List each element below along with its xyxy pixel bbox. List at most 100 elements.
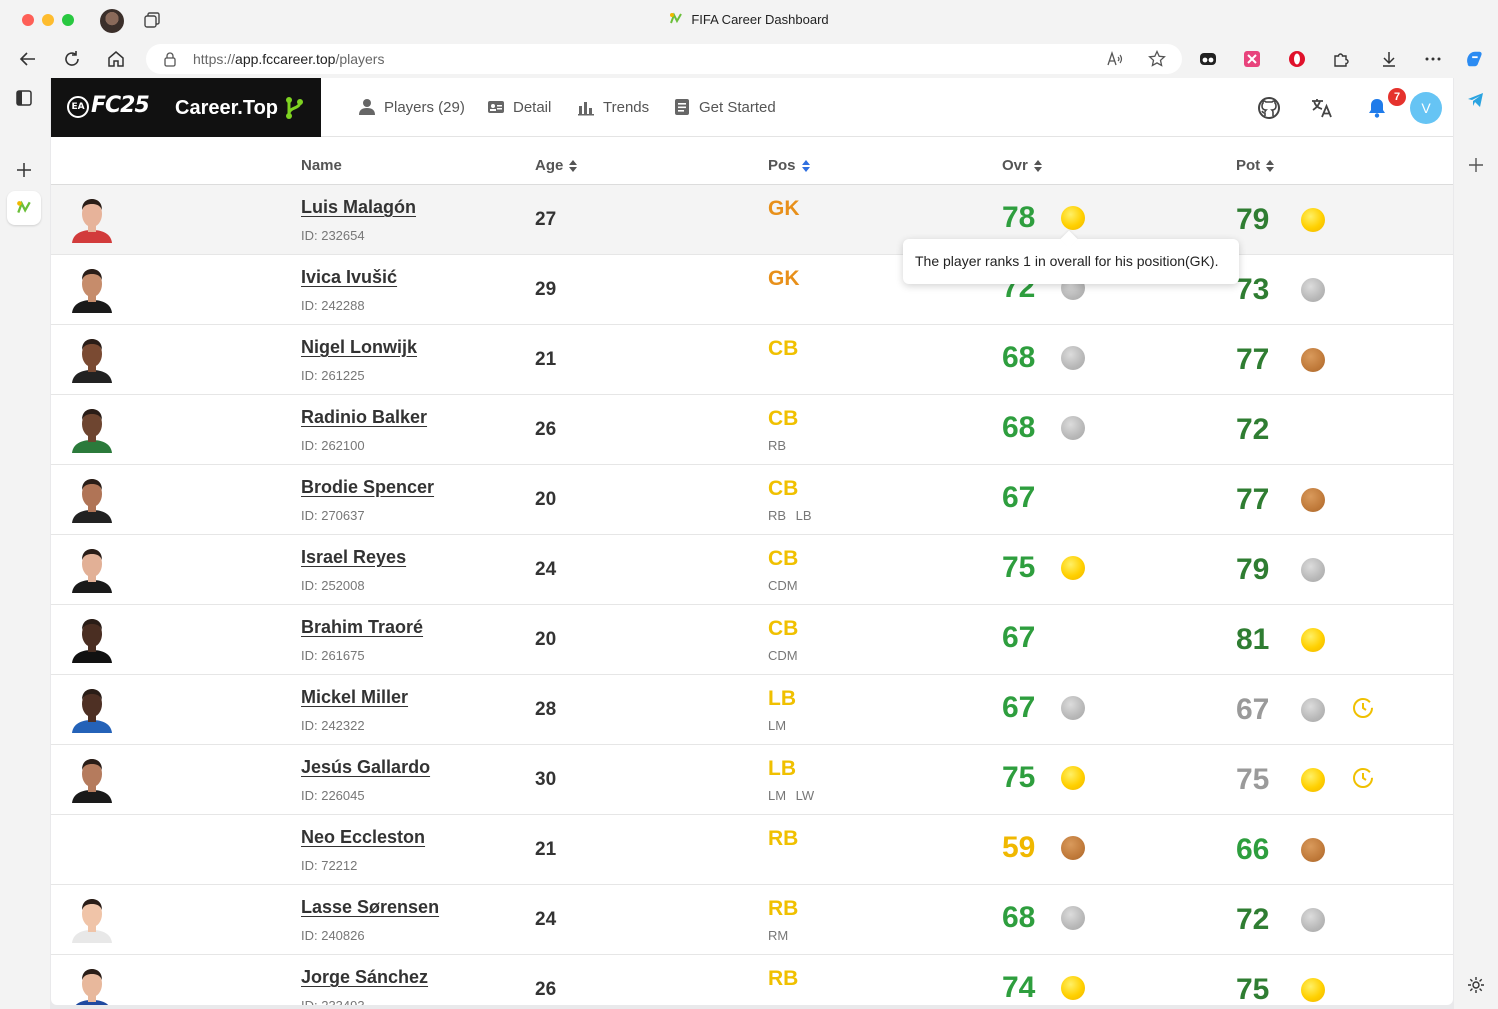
player-age: 21 xyxy=(535,839,557,860)
column-header-pos[interactable]: Pos xyxy=(768,157,811,174)
silver-medal-icon[interactable] xyxy=(1061,696,1085,720)
ea-badge: EA xyxy=(67,96,89,118)
star-icon[interactable] xyxy=(1148,50,1166,68)
player-name-link[interactable]: Lasse Sørensen xyxy=(301,897,439,918)
address-bar[interactable]: https://app.fccareer.top/players xyxy=(146,44,1182,74)
table-row[interactable]: Mickel Miller ID: 242322 28 LB LM 67 67 xyxy=(51,675,1453,745)
sidebar-toggle-icon[interactable] xyxy=(14,88,34,108)
gold-medal-icon[interactable] xyxy=(1301,628,1325,652)
opera-icon[interactable] xyxy=(1287,49,1307,69)
player-overall: 68 xyxy=(1002,901,1036,934)
home-icon[interactable] xyxy=(105,48,127,70)
gold-medal-icon[interactable] xyxy=(1301,768,1325,792)
telegram-icon[interactable] xyxy=(1466,90,1486,110)
gold-medal-icon[interactable] xyxy=(1061,766,1085,790)
gold-medal-icon[interactable] xyxy=(1061,206,1085,230)
column-header-pot[interactable]: Pot xyxy=(1236,157,1275,174)
table-row[interactable]: Lasse Sørensen ID: 240826 24 RB RM 68 72 xyxy=(51,885,1453,955)
table-row[interactable]: Ivica Ivušić ID: 242288 29 GK 72 73 xyxy=(51,255,1453,325)
translate-icon[interactable] xyxy=(1309,95,1335,121)
column-header-name[interactable]: Name xyxy=(301,157,342,174)
player-name-link[interactable]: Jesús Gallardo xyxy=(301,757,430,778)
player-position: RB xyxy=(768,827,799,850)
silver-medal-icon[interactable] xyxy=(1301,278,1325,302)
clock-icon[interactable] xyxy=(1351,766,1375,790)
player-name-link[interactable]: Radinio Balker xyxy=(301,407,427,428)
extension-icon[interactable] xyxy=(1242,49,1262,69)
player-name-link[interactable]: Brahim Traoré xyxy=(301,617,423,638)
player-name-link[interactable]: Brodie Spencer xyxy=(301,477,434,498)
gold-medal-icon[interactable] xyxy=(1061,976,1085,1000)
sort-icon[interactable] xyxy=(1033,159,1043,172)
url-path: /players xyxy=(335,51,385,67)
sort-icon[interactable] xyxy=(569,159,578,172)
back-arrow-icon[interactable] xyxy=(17,48,39,70)
read-aloud-icon[interactable] xyxy=(1106,50,1124,68)
more-icon[interactable] xyxy=(1423,49,1443,69)
nav-players[interactable]: Players (29) xyxy=(358,98,465,116)
table-row[interactable]: Brahim Traoré ID: 261675 20 CB CDM 67 81 xyxy=(51,605,1453,675)
player-name-link[interactable]: Israel Reyes xyxy=(301,547,406,568)
gold-medal-icon[interactable] xyxy=(1061,556,1085,580)
gold-medal-icon[interactable] xyxy=(1301,208,1325,232)
player-potential: 75 xyxy=(1236,973,1270,1005)
table-row[interactable]: Radinio Balker ID: 262100 26 CB RB 68 72 xyxy=(51,395,1453,465)
silver-medal-icon[interactable] xyxy=(1301,698,1325,722)
bronze-medal-icon[interactable] xyxy=(1061,836,1085,860)
github-icon[interactable] xyxy=(1256,95,1282,121)
bell-icon[interactable] xyxy=(1364,95,1390,121)
table-row[interactable]: Jorge Sánchez ID: 233493 26 RB 74 75 xyxy=(51,955,1453,1005)
player-name-link[interactable]: Neo Eccleston xyxy=(301,827,425,848)
user-avatar[interactable]: V xyxy=(1410,92,1442,124)
table-row[interactable]: Israel Reyes ID: 252008 24 CB CDM 75 79 xyxy=(51,535,1453,605)
extension-icon[interactable] xyxy=(1198,49,1218,69)
new-tab-icon[interactable] xyxy=(14,160,34,180)
player-photo xyxy=(72,409,112,453)
active-tab[interactable] xyxy=(7,191,41,225)
table-row[interactable]: Neo Eccleston ID: 72212 21 RB 59 66 xyxy=(51,815,1453,885)
player-name-link[interactable]: Mickel Miller xyxy=(301,687,408,708)
logo-text: FC25 xyxy=(91,93,150,118)
column-header-ovr[interactable]: Ovr xyxy=(1002,157,1043,174)
table-row[interactable]: Jesús Gallardo ID: 226045 30 LB LM LW 75 75 xyxy=(51,745,1453,815)
sort-icon[interactable] xyxy=(1266,159,1275,172)
bronze-medal-icon[interactable] xyxy=(1301,488,1325,512)
bronze-medal-icon[interactable] xyxy=(1301,838,1325,862)
player-name-link[interactable]: Luis Malagón xyxy=(301,197,416,218)
player-overall: 67 xyxy=(1002,621,1036,654)
lock-icon[interactable] xyxy=(162,51,178,67)
reload-icon[interactable] xyxy=(61,48,83,70)
clock-icon[interactable] xyxy=(1351,696,1375,720)
nav-trends[interactable]: Trends xyxy=(577,98,649,116)
player-overall: 78 xyxy=(1002,201,1036,234)
player-age: 28 xyxy=(535,699,557,720)
silver-medal-icon[interactable] xyxy=(1061,346,1085,370)
gear-icon[interactable] xyxy=(1467,976,1485,994)
puzzle-icon[interactable] xyxy=(1331,49,1351,69)
silver-medal-icon[interactable] xyxy=(1061,906,1085,930)
url-text[interactable]: https://app.fccareer.top/players xyxy=(193,51,384,67)
player-name-link[interactable]: Nigel Lonwijk xyxy=(301,337,417,358)
table-row[interactable]: Brodie Spencer ID: 270637 20 CB RB LB 67 77 xyxy=(51,465,1453,535)
download-icon[interactable] xyxy=(1379,49,1399,69)
player-photo xyxy=(72,269,112,313)
player-position: CB xyxy=(768,337,799,360)
brand-logo[interactable]: EA FC25 Career.Top xyxy=(51,78,321,137)
copilot-icon[interactable] xyxy=(1464,49,1484,69)
nav-detail[interactable]: Detail xyxy=(487,98,551,116)
player-name-link[interactable]: Jorge Sánchez xyxy=(301,967,428,988)
silver-medal-icon[interactable] xyxy=(1301,558,1325,582)
browser-toolbar: https://app.fccareer.top/players xyxy=(0,40,1498,78)
nav-get-started[interactable]: Get Started xyxy=(673,98,776,116)
column-header-age[interactable]: Age xyxy=(535,157,578,174)
table-row[interactable]: Nigel Lonwijk ID: 261225 21 CB 68 77 xyxy=(51,325,1453,395)
silver-medal-icon[interactable] xyxy=(1301,908,1325,932)
table-row[interactable]: Luis Malagón ID: 232654 27 GK 78 79 xyxy=(51,185,1453,255)
bronze-medal-icon[interactable] xyxy=(1301,348,1325,372)
player-name-link[interactable]: Ivica Ivušić xyxy=(301,267,397,288)
player-alt-positions: LM xyxy=(768,718,787,733)
sort-icon[interactable] xyxy=(801,159,811,172)
gold-medal-icon[interactable] xyxy=(1301,978,1325,1002)
add-sidebar-app-icon[interactable] xyxy=(1467,156,1485,174)
silver-medal-icon[interactable] xyxy=(1061,416,1085,440)
